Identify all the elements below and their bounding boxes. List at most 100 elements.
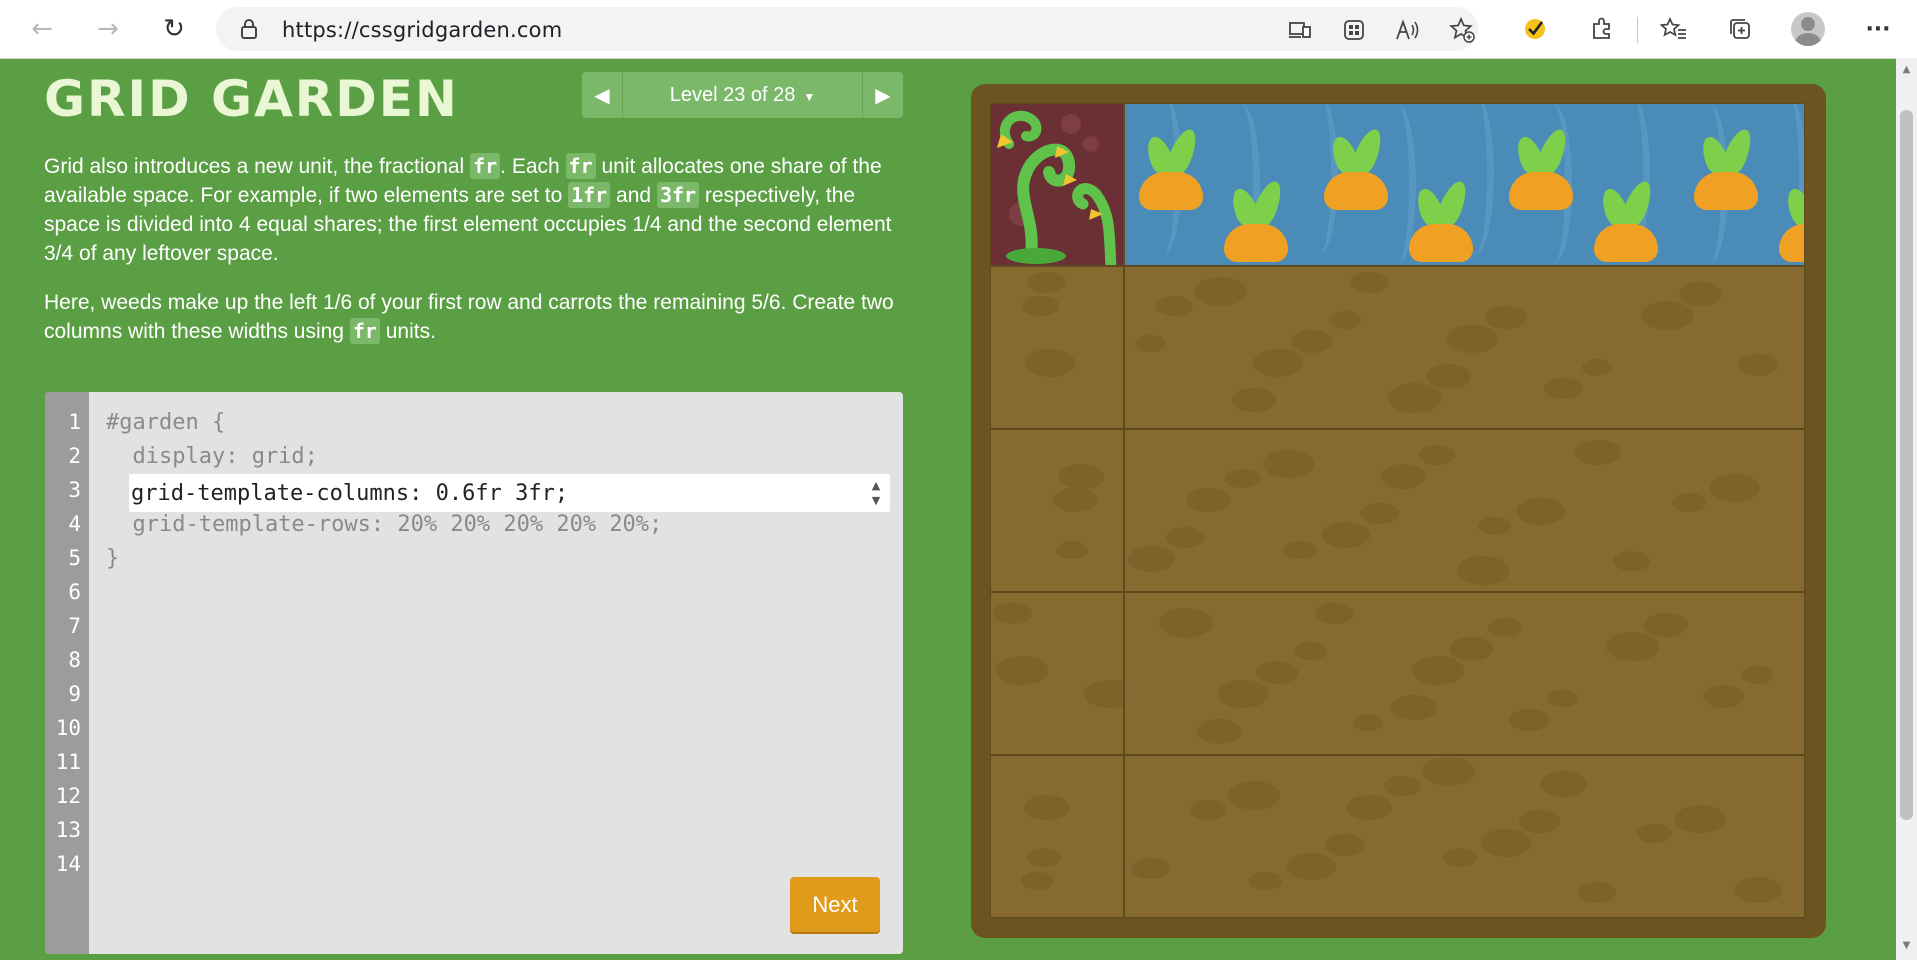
address-bar[interactable]: https://cssgridgarden.com [216, 7, 1478, 51]
weeds-cell [990, 103, 1124, 266]
device-icon[interactable] [1286, 16, 1314, 44]
instructions-text: and [610, 184, 657, 207]
triangle-left-icon: ◀ [594, 83, 610, 107]
back-button[interactable]: ← [22, 10, 62, 48]
scroll-down-arrow[interactable]: ▼ [1898, 940, 1915, 956]
soil-pebble [1294, 642, 1327, 661]
soil-pebble [1457, 556, 1509, 585]
soil-pebble [1353, 714, 1383, 731]
soil-pebble [1022, 296, 1059, 317]
line-number: 6 [68, 580, 81, 604]
soil-pebble [1509, 709, 1549, 731]
code-line: } [106, 546, 120, 571]
soil-pebble [1426, 364, 1471, 389]
line-number: 9 [68, 682, 81, 706]
inline-code: fr [565, 153, 596, 179]
profile-avatar[interactable] [1791, 12, 1825, 46]
soil-pebble [1322, 522, 1370, 549]
next-button[interactable]: Next [790, 877, 880, 932]
next-level-button[interactable]: ▶ [862, 72, 903, 118]
instructions-text: Here, weeds make up the left 1/6 of your… [44, 291, 894, 343]
soil-pebble [1291, 330, 1332, 353]
soil-pebble [1084, 680, 1123, 709]
soil-pebble [1135, 335, 1166, 353]
more-icon: ··· [1865, 16, 1891, 42]
refresh-icon: ↻ [163, 14, 185, 44]
soil-pebble [1232, 388, 1276, 413]
url-text: https://cssgridgarden.com [282, 18, 563, 42]
previous-level-button[interactable]: ◀ [582, 72, 623, 118]
garden-grid [990, 103, 1805, 918]
toolbar-divider [1637, 17, 1638, 43]
soil-cell [990, 429, 1124, 592]
css-input[interactable] [129, 474, 861, 512]
soil-pebble [1575, 440, 1621, 466]
soil-pebble [1325, 834, 1365, 856]
soil-pebble [1027, 848, 1061, 867]
soil-pebble [1679, 282, 1722, 306]
refresh-button[interactable]: ↻ [154, 10, 194, 48]
more-options-button[interactable]: ··· [1860, 11, 1896, 47]
soil-pebble [1422, 757, 1475, 787]
soil-pebble [1228, 781, 1280, 810]
line-number: 5 [68, 546, 81, 570]
soil-cell [990, 266, 1124, 429]
inline-code: 3fr [656, 182, 700, 208]
favorites-icon[interactable] [1656, 11, 1692, 47]
soil-pebble [1443, 848, 1477, 867]
line-number: 13 [55, 818, 81, 842]
extension-check-icon[interactable] [1517, 11, 1553, 47]
soil-pebble [1391, 695, 1437, 721]
add-favorite-icon[interactable] [1448, 16, 1476, 44]
soil-cell [990, 592, 1124, 755]
triangle-right-icon: ▶ [875, 83, 891, 107]
css-input-box: ▲▼ [129, 474, 890, 512]
apps-icon[interactable] [1340, 16, 1368, 44]
level-label: Level 23 of 28 [669, 84, 796, 106]
soil-pebble [1412, 656, 1464, 685]
soil-pebble [1256, 661, 1298, 685]
read-aloud-icon[interactable] [1394, 16, 1422, 44]
soil-pebble [1315, 603, 1354, 625]
soil-pebble [1263, 450, 1314, 479]
instructions-text: . Each [500, 155, 566, 178]
carrot-icon [1135, 114, 1207, 214]
extensions-icon[interactable] [1584, 11, 1620, 47]
carrot-icon [1590, 166, 1662, 265]
soil-pebble [1156, 296, 1193, 317]
caret-down-icon: ▼ [803, 90, 816, 104]
code-line: #garden { [106, 410, 226, 435]
soil-pebble [1056, 541, 1088, 559]
soil-pebble [1516, 498, 1565, 525]
instructions: Grid also introduces a new unit, the fra… [44, 152, 904, 366]
inline-code: fr [470, 153, 501, 179]
soil-pebble [1350, 272, 1388, 293]
input-resize-stepper[interactable]: ▲ ▼ [868, 478, 884, 508]
soil-pebble [1637, 824, 1672, 844]
arrow-right-icon: → [97, 14, 119, 44]
soil-pebble [1024, 795, 1070, 821]
soil-pebble [1478, 517, 1511, 536]
soil-cell [1124, 755, 1805, 918]
line-number: 7 [68, 614, 81, 638]
level-selector[interactable]: Level 23 of 28 ▼ [622, 72, 863, 118]
code-line: grid-template-rows: 20% 20% 20% 20% 20%; [106, 512, 663, 537]
scroll-up-arrow[interactable]: ▲ [1898, 64, 1915, 80]
carrot-icon [1220, 166, 1292, 265]
soil-pebble [1447, 325, 1498, 354]
soil-pebble [1734, 877, 1782, 904]
soil-pebble [1197, 719, 1242, 744]
soil-pebble [1360, 503, 1399, 525]
soil-pebble [1672, 493, 1706, 512]
level-navigation: ◀ Level 23 of 28 ▼ ▶ [582, 72, 903, 118]
instructions-paragraph: Here, weeds make up the left 1/6 of your… [44, 288, 904, 346]
line-number: 2 [68, 444, 81, 468]
soil-cell [1124, 266, 1805, 429]
forward-button[interactable]: → [88, 10, 128, 48]
soil-pebble [1481, 829, 1531, 857]
scrollbar-thumb[interactable] [1900, 110, 1913, 820]
collections-icon[interactable] [1722, 11, 1758, 47]
line-number: 14 [55, 852, 81, 876]
soil-pebble [1059, 464, 1104, 489]
soil-pebble [1159, 608, 1213, 638]
